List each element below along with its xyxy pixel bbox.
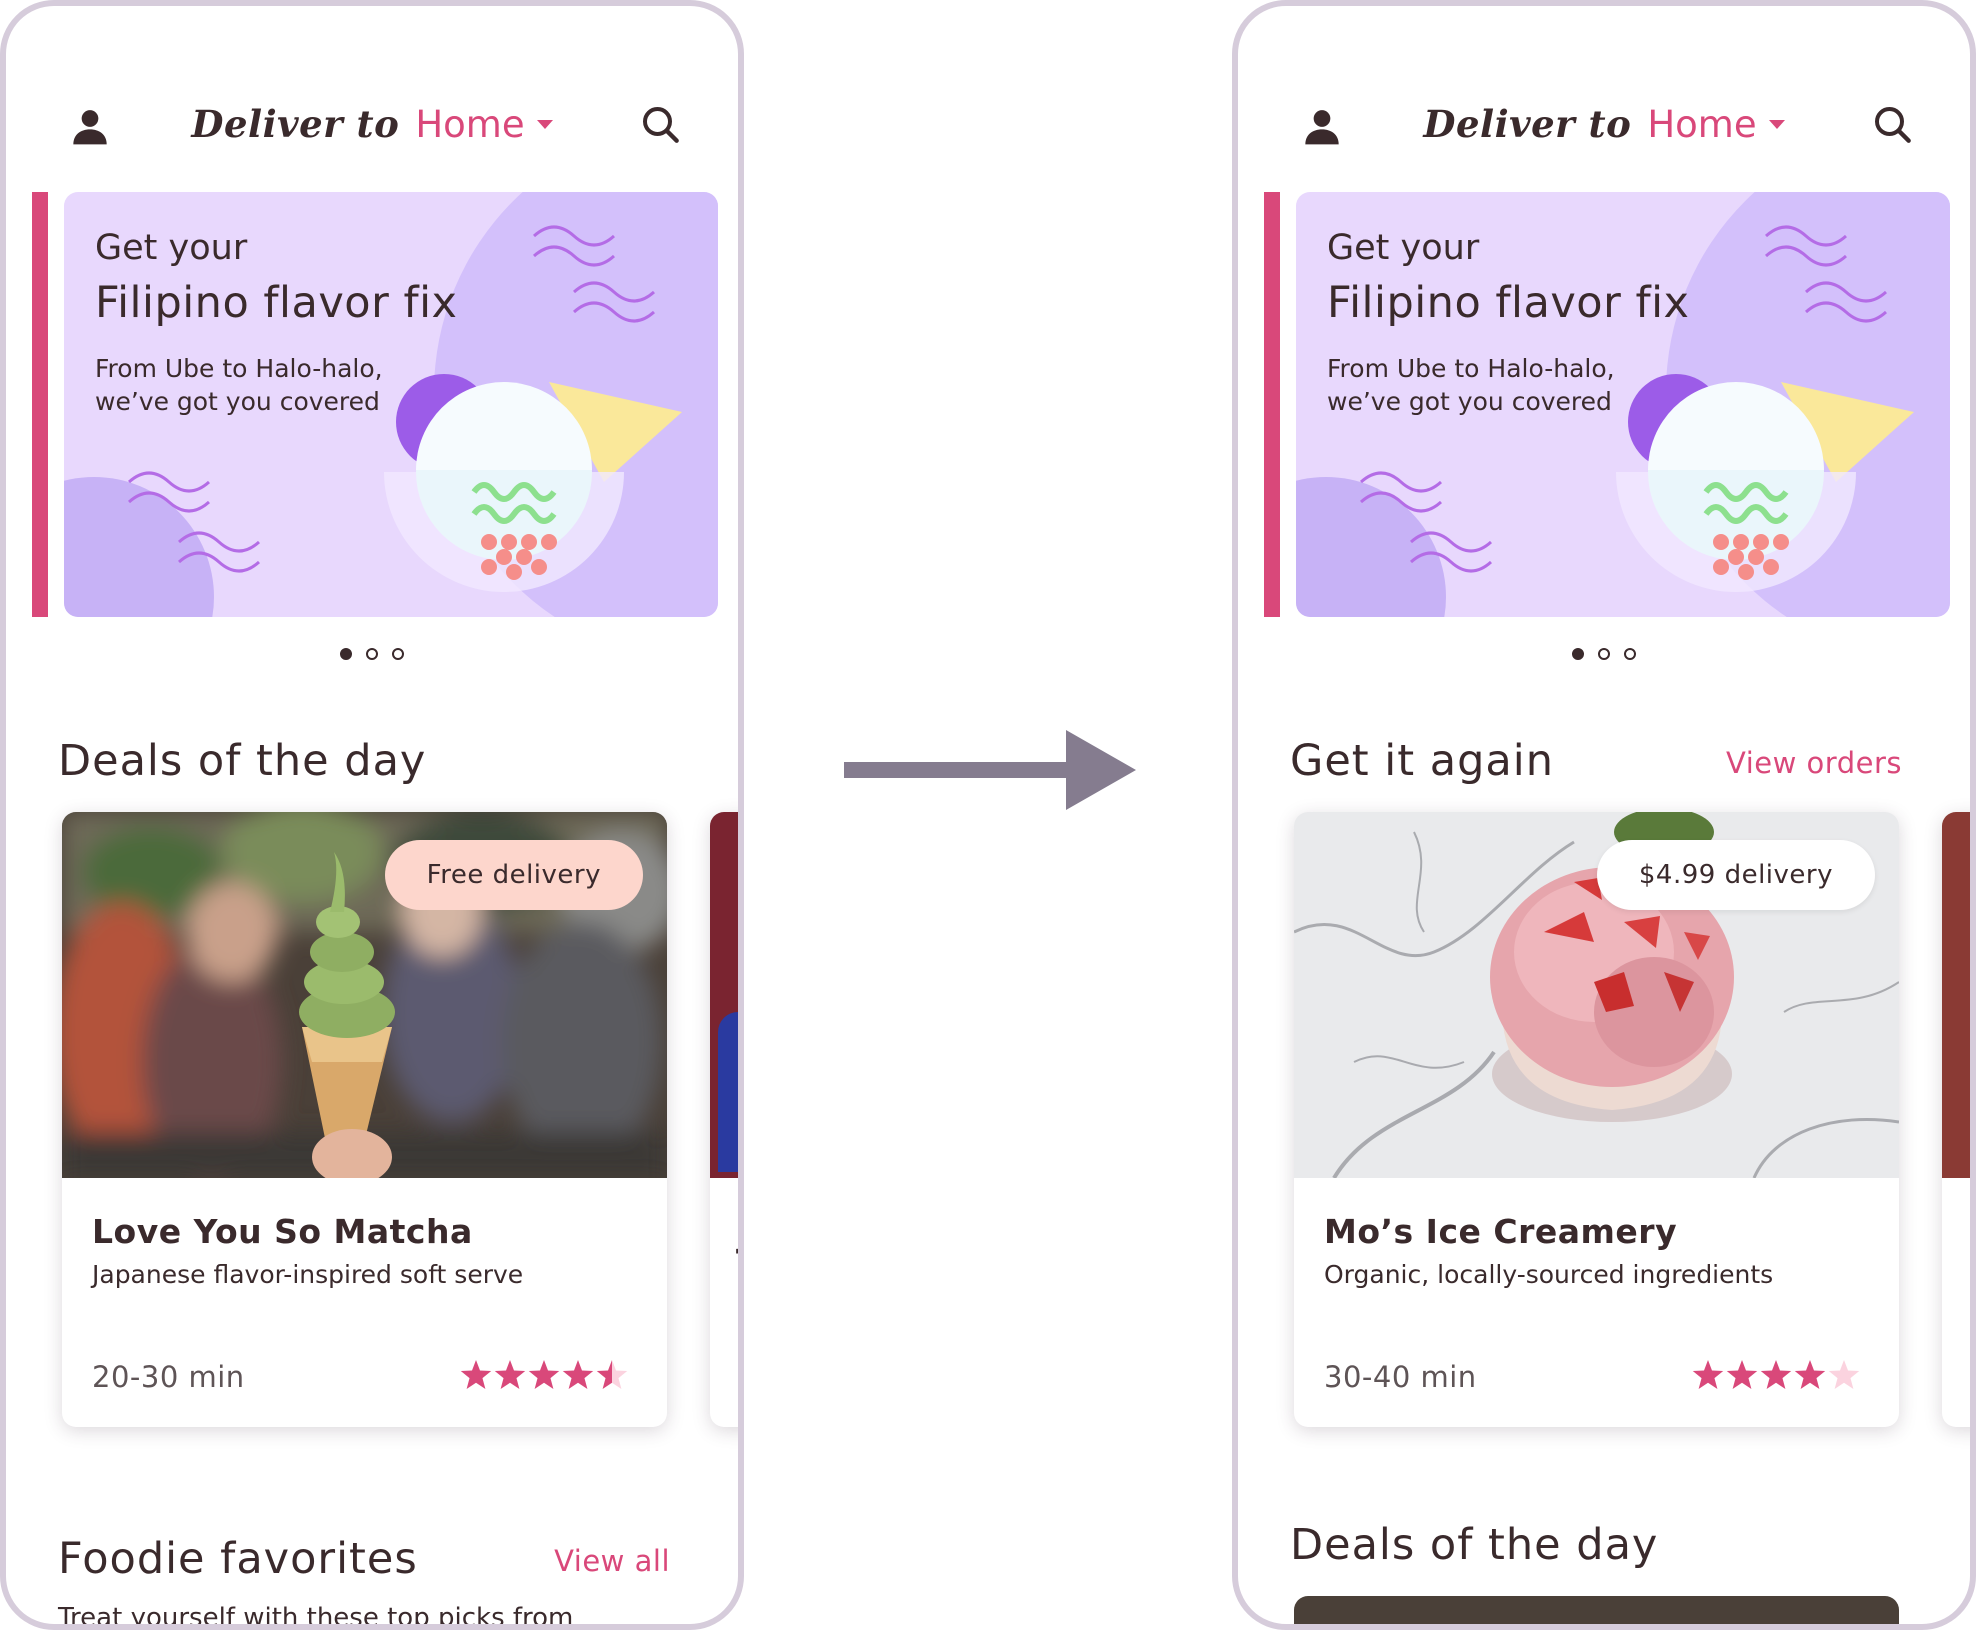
section-title-get-it-again: Get it again xyxy=(1290,736,1554,786)
search-icon[interactable] xyxy=(1872,104,1912,144)
star-icon xyxy=(1760,1360,1792,1389)
search-icon[interactable] xyxy=(640,104,680,144)
view-all-link[interactable]: View all xyxy=(554,1544,670,1578)
star-icon xyxy=(596,1360,628,1389)
star-icon xyxy=(1794,1360,1826,1389)
restaurant-card-peek[interactable]: J E 3 xyxy=(710,812,744,1427)
delivery-time: 3 xyxy=(740,1362,744,1396)
banner-headline: Filipino flavor fix xyxy=(95,278,458,328)
section-title-foodie-favorites: Foodie favorites xyxy=(58,1534,418,1584)
restaurant-name: Mo’s Ice Creamery xyxy=(1324,1212,1678,1251)
star-icon xyxy=(460,1360,492,1389)
chevron-down-icon[interactable] xyxy=(536,120,553,129)
carousel-pagination[interactable] xyxy=(1238,648,1970,660)
pagination-dot[interactable] xyxy=(1624,648,1636,660)
delivery-badge: $4.99 delivery xyxy=(1596,840,1875,910)
delivery-time: 20-30 min xyxy=(92,1360,245,1394)
star-icon xyxy=(528,1360,560,1389)
star-icon xyxy=(562,1360,594,1389)
restaurant-card[interactable] xyxy=(1294,1596,1899,1624)
right-arrow-icon xyxy=(844,730,1136,810)
location-value[interactable]: Home xyxy=(1647,103,1756,146)
restaurant-card-peek[interactable]: L J 2 xyxy=(1942,812,1976,1427)
pagination-dot-active[interactable] xyxy=(1572,648,1584,660)
promo-banner[interactable]: Get your Filipino flavor fix From Ube to… xyxy=(1296,192,1950,617)
section-title-deals: Deals of the day xyxy=(1290,1520,1659,1570)
pagination-dot[interactable] xyxy=(392,648,404,660)
banner-subtitle: From Ube to Halo-halo, we’ve got you cov… xyxy=(95,354,383,416)
restaurant-name: L xyxy=(1972,1216,1976,1255)
banner-accent-bar xyxy=(32,192,48,617)
restaurant-name: J xyxy=(738,1216,744,1255)
pagination-dot-active[interactable] xyxy=(340,648,352,660)
carousel-pagination[interactable] xyxy=(6,648,738,660)
restaurant-description: J xyxy=(1972,1262,1976,1291)
restaurant-card[interactable]: $4.99 delivery Mo’s Ice Creamery Organic… xyxy=(1294,812,1899,1427)
star-icon xyxy=(1726,1360,1758,1389)
restaurant-name: Love You So Matcha xyxy=(92,1212,473,1251)
pagination-dot[interactable] xyxy=(1598,648,1610,660)
restaurant-card[interactable]: Free delivery Love You So Matcha Japanes… xyxy=(62,812,667,1427)
restaurant-photo xyxy=(1942,812,1970,1178)
view-orders-link[interactable]: View orders xyxy=(1726,746,1902,780)
phone-screen-after: Deliver to Home Get your Filipino flavor… xyxy=(1232,0,1976,1630)
banner-subtitle: From Ube to Halo-halo, we’ve got you cov… xyxy=(1327,354,1615,416)
star-icon xyxy=(1828,1360,1860,1389)
restaurant-description: Japanese flavor-inspired soft serve xyxy=(92,1260,524,1289)
restaurant-description: Organic, locally-sourced ingredients xyxy=(1324,1260,1774,1289)
deliver-to-label: Deliver to xyxy=(1423,102,1632,146)
restaurant-description: E xyxy=(740,1262,744,1291)
restaurant-photo: Free delivery xyxy=(62,812,667,1178)
banner-kicker: Get your xyxy=(1327,228,1480,268)
star-icon xyxy=(1692,1360,1724,1389)
banner-headline: Filipino flavor fix xyxy=(1327,278,1690,328)
promo-banner[interactable]: Get your Filipino flavor fix From Ube to… xyxy=(64,192,718,617)
restaurant-photo: $4.99 delivery xyxy=(1294,812,1899,1178)
delivery-time: 30-40 min xyxy=(1324,1360,1477,1394)
restaurant-photo xyxy=(710,812,738,1178)
section-subtitle: Treat yourself with these top picks from xyxy=(58,1603,574,1630)
delivery-location-selector[interactable]: Deliver to Home xyxy=(6,102,738,146)
location-value[interactable]: Home xyxy=(415,103,524,146)
star-icon xyxy=(494,1360,526,1389)
star-rating xyxy=(460,1360,628,1389)
delivery-badge: Free delivery xyxy=(384,840,643,910)
deliver-to-label: Deliver to xyxy=(191,102,400,146)
section-title-deals: Deals of the day xyxy=(58,736,427,786)
phone-screen-before: Deliver to Home Get your Filipino flavor… xyxy=(0,0,744,1630)
banner-kicker: Get your xyxy=(95,228,248,268)
banner-accent-bar xyxy=(1264,192,1280,617)
delivery-location-selector[interactable]: Deliver to Home xyxy=(1238,102,1970,146)
pagination-dot[interactable] xyxy=(366,648,378,660)
chevron-down-icon[interactable] xyxy=(1768,120,1785,129)
delivery-time: 2 xyxy=(1972,1362,1976,1396)
star-rating xyxy=(1692,1360,1860,1389)
